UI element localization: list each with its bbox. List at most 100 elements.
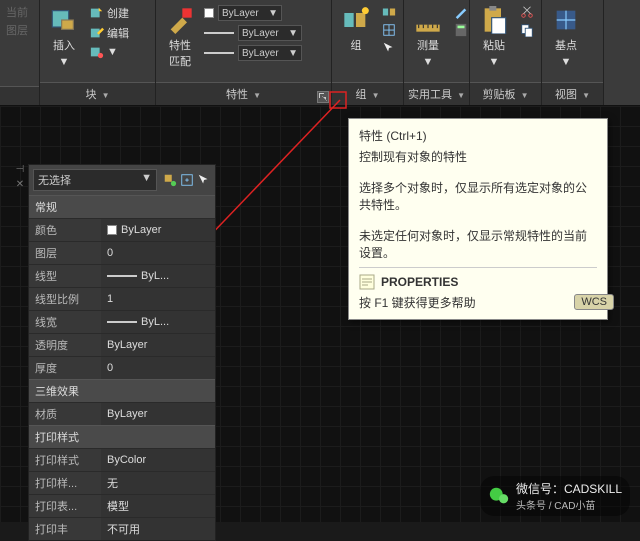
color-value: ByLayer <box>222 8 259 19</box>
create-button[interactable]: 创建 <box>88 4 131 22</box>
copy-icon <box>520 23 534 37</box>
property-key: 线型 <box>29 265 101 287</box>
property-row[interactable]: 材质ByLayer <box>29 402 215 425</box>
property-value[interactable]: ByLayer <box>101 403 215 425</box>
category-header[interactable]: 三维效果 <box>29 379 215 402</box>
chevron-down-icon: ▼ <box>561 56 572 68</box>
paste-icon <box>480 6 508 34</box>
property-row[interactable]: 线型ByL... <box>29 264 215 287</box>
property-value[interactable]: 0 <box>101 357 215 379</box>
property-value[interactable]: 模型 <box>101 495 215 517</box>
property-value[interactable]: 无 <box>101 472 215 494</box>
pin-icon[interactable]: ⊣ <box>16 164 25 175</box>
property-row[interactable]: 厚度0 <box>29 356 215 379</box>
close-icon[interactable]: ✕ <box>16 179 24 190</box>
insert-icon <box>50 6 78 34</box>
property-row[interactable]: 打印丰不可用 <box>29 517 215 540</box>
linetype-dropdown[interactable]: ByLayer▼ <box>204 45 302 61</box>
lineweight-dropdown[interactable]: ByLayer▼ <box>204 25 302 41</box>
cut-icon <box>520 5 534 19</box>
property-row[interactable]: 透明度ByLayer <box>29 333 215 356</box>
property-key: 材质 <box>29 403 101 425</box>
tooltip-line: 未选定任何对象时，仅显示常规特性的当前设置。 <box>359 227 597 261</box>
measure-button[interactable]: 测量 ▼ <box>410 4 446 70</box>
property-row[interactable]: 线型比例1 <box>29 287 215 310</box>
property-value[interactable]: ByLayer <box>101 219 215 241</box>
quickcalc-button[interactable] <box>452 22 470 38</box>
property-key: 线宽 <box>29 311 101 333</box>
tooltip-title: 特性 (Ctrl+1) <box>359 127 597 144</box>
cursor-icon <box>382 41 396 55</box>
basepoint-icon <box>552 6 580 34</box>
chevron-down-icon: ▼ <box>423 56 434 68</box>
group-button[interactable]: 组 <box>338 4 374 55</box>
tooltip-help: 按 F1 键获得更多帮助 <box>359 294 597 311</box>
tooltip-line: 选择多个对象时，仅显示所有选定对象的公共特性。 <box>359 179 597 213</box>
panel-clipboard: 粘贴 ▼ 剪贴板 ▼ <box>470 0 542 105</box>
properties-palette: 无选择▼ 常规颜色ByLayer图层0线型ByL...线型比例1线宽ByL...… <box>28 164 216 541</box>
property-value[interactable]: 0 <box>101 242 215 264</box>
property-row[interactable]: 图层0 <box>29 241 215 264</box>
property-value[interactable]: ByColor <box>101 449 215 471</box>
ribbon: 当前 图层 插入 ▼ 创建 编辑 <box>0 0 640 106</box>
panel-group-title: 组 ▼ <box>332 82 403 105</box>
edit-label: 编辑 <box>107 25 129 41</box>
measure-icon <box>414 6 442 34</box>
select-all-button[interactable] <box>452 4 470 20</box>
insert-button[interactable]: 插入 ▼ <box>46 4 82 70</box>
property-value[interactable]: ByL... <box>101 265 215 287</box>
paste-button[interactable]: 粘贴 ▼ <box>476 4 512 70</box>
color-swatch-icon <box>204 8 214 18</box>
palette-dock-handle[interactable]: ⊣ ✕ <box>12 164 28 190</box>
quickselect-icon[interactable] <box>163 173 177 187</box>
wechat-icon <box>488 485 510 507</box>
property-value[interactable]: 不可用 <box>101 518 215 540</box>
color-dropdown[interactable]: ByLayer▼ <box>204 5 302 21</box>
property-key: 打印样式 <box>29 449 101 471</box>
panel-properties: 特性 匹配 ByLayer▼ ByLayer▼ ByLayer▼ 特性 ▼ <box>156 0 332 105</box>
property-row[interactable]: 颜色ByLayer <box>29 218 215 241</box>
property-row[interactable]: 打印表...模型 <box>29 494 215 517</box>
linetype-icon <box>107 275 137 277</box>
edit-button[interactable]: 编辑 <box>88 24 131 42</box>
tooltip-command-label: PROPERTIES <box>381 275 458 289</box>
edit-attr-button[interactable]: ▼ <box>88 44 131 60</box>
lineweight-icon <box>204 32 234 34</box>
panel-group: 组 组 ▼ <box>332 0 404 105</box>
edit-attr-icon <box>90 45 104 59</box>
property-value[interactable]: ByLayer <box>101 334 215 356</box>
property-key: 打印样... <box>29 472 101 494</box>
property-key: 颜色 <box>29 219 101 241</box>
property-row[interactable]: 线宽ByL... <box>29 310 215 333</box>
property-row[interactable]: 打印样式ByColor <box>29 448 215 471</box>
basepoint-button[interactable]: 基点 ▼ <box>548 4 584 70</box>
group-icon <box>342 6 370 34</box>
copy-button[interactable] <box>518 22 536 38</box>
property-key: 打印丰 <box>29 518 101 540</box>
ungroup-button[interactable] <box>380 4 398 20</box>
paste-label: 粘贴 <box>483 37 505 53</box>
pickadd-icon[interactable] <box>180 173 194 187</box>
properties-tooltip: 特性 (Ctrl+1) 控制现有对象的特性 选择多个对象时，仅显示所有选定对象的… <box>348 118 608 320</box>
wcs-badge[interactable]: WCS <box>574 294 614 310</box>
group-edit-button[interactable] <box>380 22 398 38</box>
cut-button[interactable] <box>518 4 536 20</box>
launcher-icon <box>319 93 327 101</box>
selection-dropdown[interactable]: 无选择▼ <box>33 169 157 191</box>
property-row[interactable]: 打印样...无 <box>29 471 215 494</box>
select-objects-icon[interactable] <box>197 173 211 187</box>
layer-label: 图层 <box>6 22 28 38</box>
panel-block: 插入 ▼ 创建 编辑 ▼ 块 ▼ <box>40 0 156 105</box>
category-header[interactable]: 打印样式 <box>29 425 215 448</box>
category-header[interactable]: 常规 <box>29 195 215 218</box>
property-value[interactable]: ByL... <box>101 311 215 333</box>
property-key: 图层 <box>29 242 101 264</box>
properties-launcher[interactable] <box>317 91 329 103</box>
tooltip-line: 控制现有对象的特性 <box>359 148 597 165</box>
match-properties-button[interactable]: 特性 匹配 <box>162 4 198 71</box>
property-value[interactable]: 1 <box>101 288 215 310</box>
create-icon <box>90 6 104 20</box>
chevron-down-icon: ▼ <box>107 46 118 58</box>
linetype-icon <box>204 52 234 54</box>
group-select-button[interactable] <box>380 40 398 56</box>
